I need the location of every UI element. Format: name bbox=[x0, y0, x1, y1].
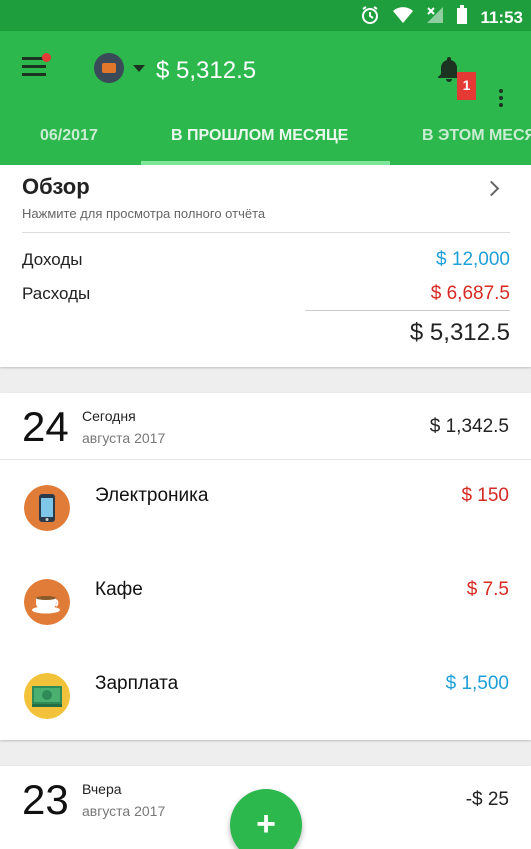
transaction-category: Зарплата bbox=[95, 673, 179, 694]
period-tabs: 06/2017 В ПРОШЛОМ МЕСЯЦЕ В ЭТОМ МЕСЯЦЕ bbox=[0, 111, 531, 165]
day-number: 24 bbox=[22, 403, 69, 450]
money-icon bbox=[24, 673, 70, 719]
day-header[interactable]: 24 Сегодня августа 2017 $ 1,342.5 bbox=[0, 393, 531, 460]
overview-total: $ 5,312.5 bbox=[409, 319, 510, 346]
status-time: 11:53 bbox=[480, 7, 523, 27]
tab-06-2017[interactable]: 06/2017 bbox=[40, 127, 98, 145]
day-total: $ 1,342.5 bbox=[429, 416, 509, 437]
status-bar: 11:53 bbox=[0, 0, 531, 31]
chevron-right-icon[interactable] bbox=[483, 180, 500, 197]
overview-subtitle: Нажмите для просмотра полного отчёта bbox=[22, 206, 266, 221]
transaction-item[interactable]: Кафе $ 7.5 bbox=[0, 579, 531, 673]
wallet-icon[interactable] bbox=[94, 53, 124, 83]
wifi-icon bbox=[392, 6, 414, 29]
more-options-icon[interactable] bbox=[499, 89, 505, 110]
tab-last-month[interactable]: В ПРОШЛОМ МЕСЯЦЕ bbox=[171, 127, 348, 145]
expense-value: $ 6,687.5 bbox=[430, 283, 510, 304]
day-total: -$ 25 bbox=[465, 789, 509, 810]
transaction-item[interactable]: Электроника $ 150 bbox=[0, 485, 531, 579]
notification-badge: 1 bbox=[457, 72, 476, 100]
day-month-year: августа 2017 bbox=[82, 430, 166, 446]
transaction-item[interactable]: Зарплата $ 1,500 bbox=[0, 673, 531, 767]
menu-notification-dot bbox=[42, 53, 51, 62]
transaction-amount: $ 1,500 bbox=[445, 673, 509, 694]
wallet-balance[interactable]: $ 5,312.5 bbox=[156, 57, 256, 85]
divider bbox=[22, 232, 510, 233]
day-relative-label: Вчера bbox=[82, 781, 122, 797]
income-value: $ 12,000 bbox=[436, 249, 510, 270]
app-bar: $ 5,312.5 1 bbox=[0, 31, 531, 111]
expense-label: Расходы bbox=[22, 284, 91, 303]
day-month-year: августа 2017 bbox=[82, 803, 166, 819]
divider bbox=[305, 310, 510, 311]
wallet-dropdown-icon[interactable] bbox=[133, 65, 145, 72]
income-label: Доходы bbox=[22, 250, 83, 269]
alarm-icon bbox=[360, 5, 380, 30]
transaction-amount: $ 7.5 bbox=[466, 579, 509, 600]
day-number: 23 bbox=[22, 776, 69, 823]
overview-card[interactable]: Обзор Нажмите для просмотра полного отчё… bbox=[0, 165, 531, 367]
transaction-amount: $ 150 bbox=[461, 485, 509, 506]
no-signal-icon bbox=[426, 6, 444, 29]
transaction-category: Электроника bbox=[95, 485, 209, 506]
day-relative-label: Сегодня bbox=[82, 408, 136, 424]
coffee-cup-icon bbox=[24, 579, 70, 625]
phone-icon bbox=[24, 485, 70, 531]
tab-this-month[interactable]: В ЭТОМ МЕСЯЦЕ bbox=[422, 127, 531, 145]
menu-button[interactable] bbox=[22, 53, 51, 79]
transaction-category: Кафе bbox=[95, 579, 143, 600]
day-card: 24 Сегодня августа 2017 $ 1,342.5 Электр… bbox=[0, 393, 531, 740]
battery-icon bbox=[456, 5, 468, 30]
overview-title: Обзор bbox=[22, 174, 90, 199]
